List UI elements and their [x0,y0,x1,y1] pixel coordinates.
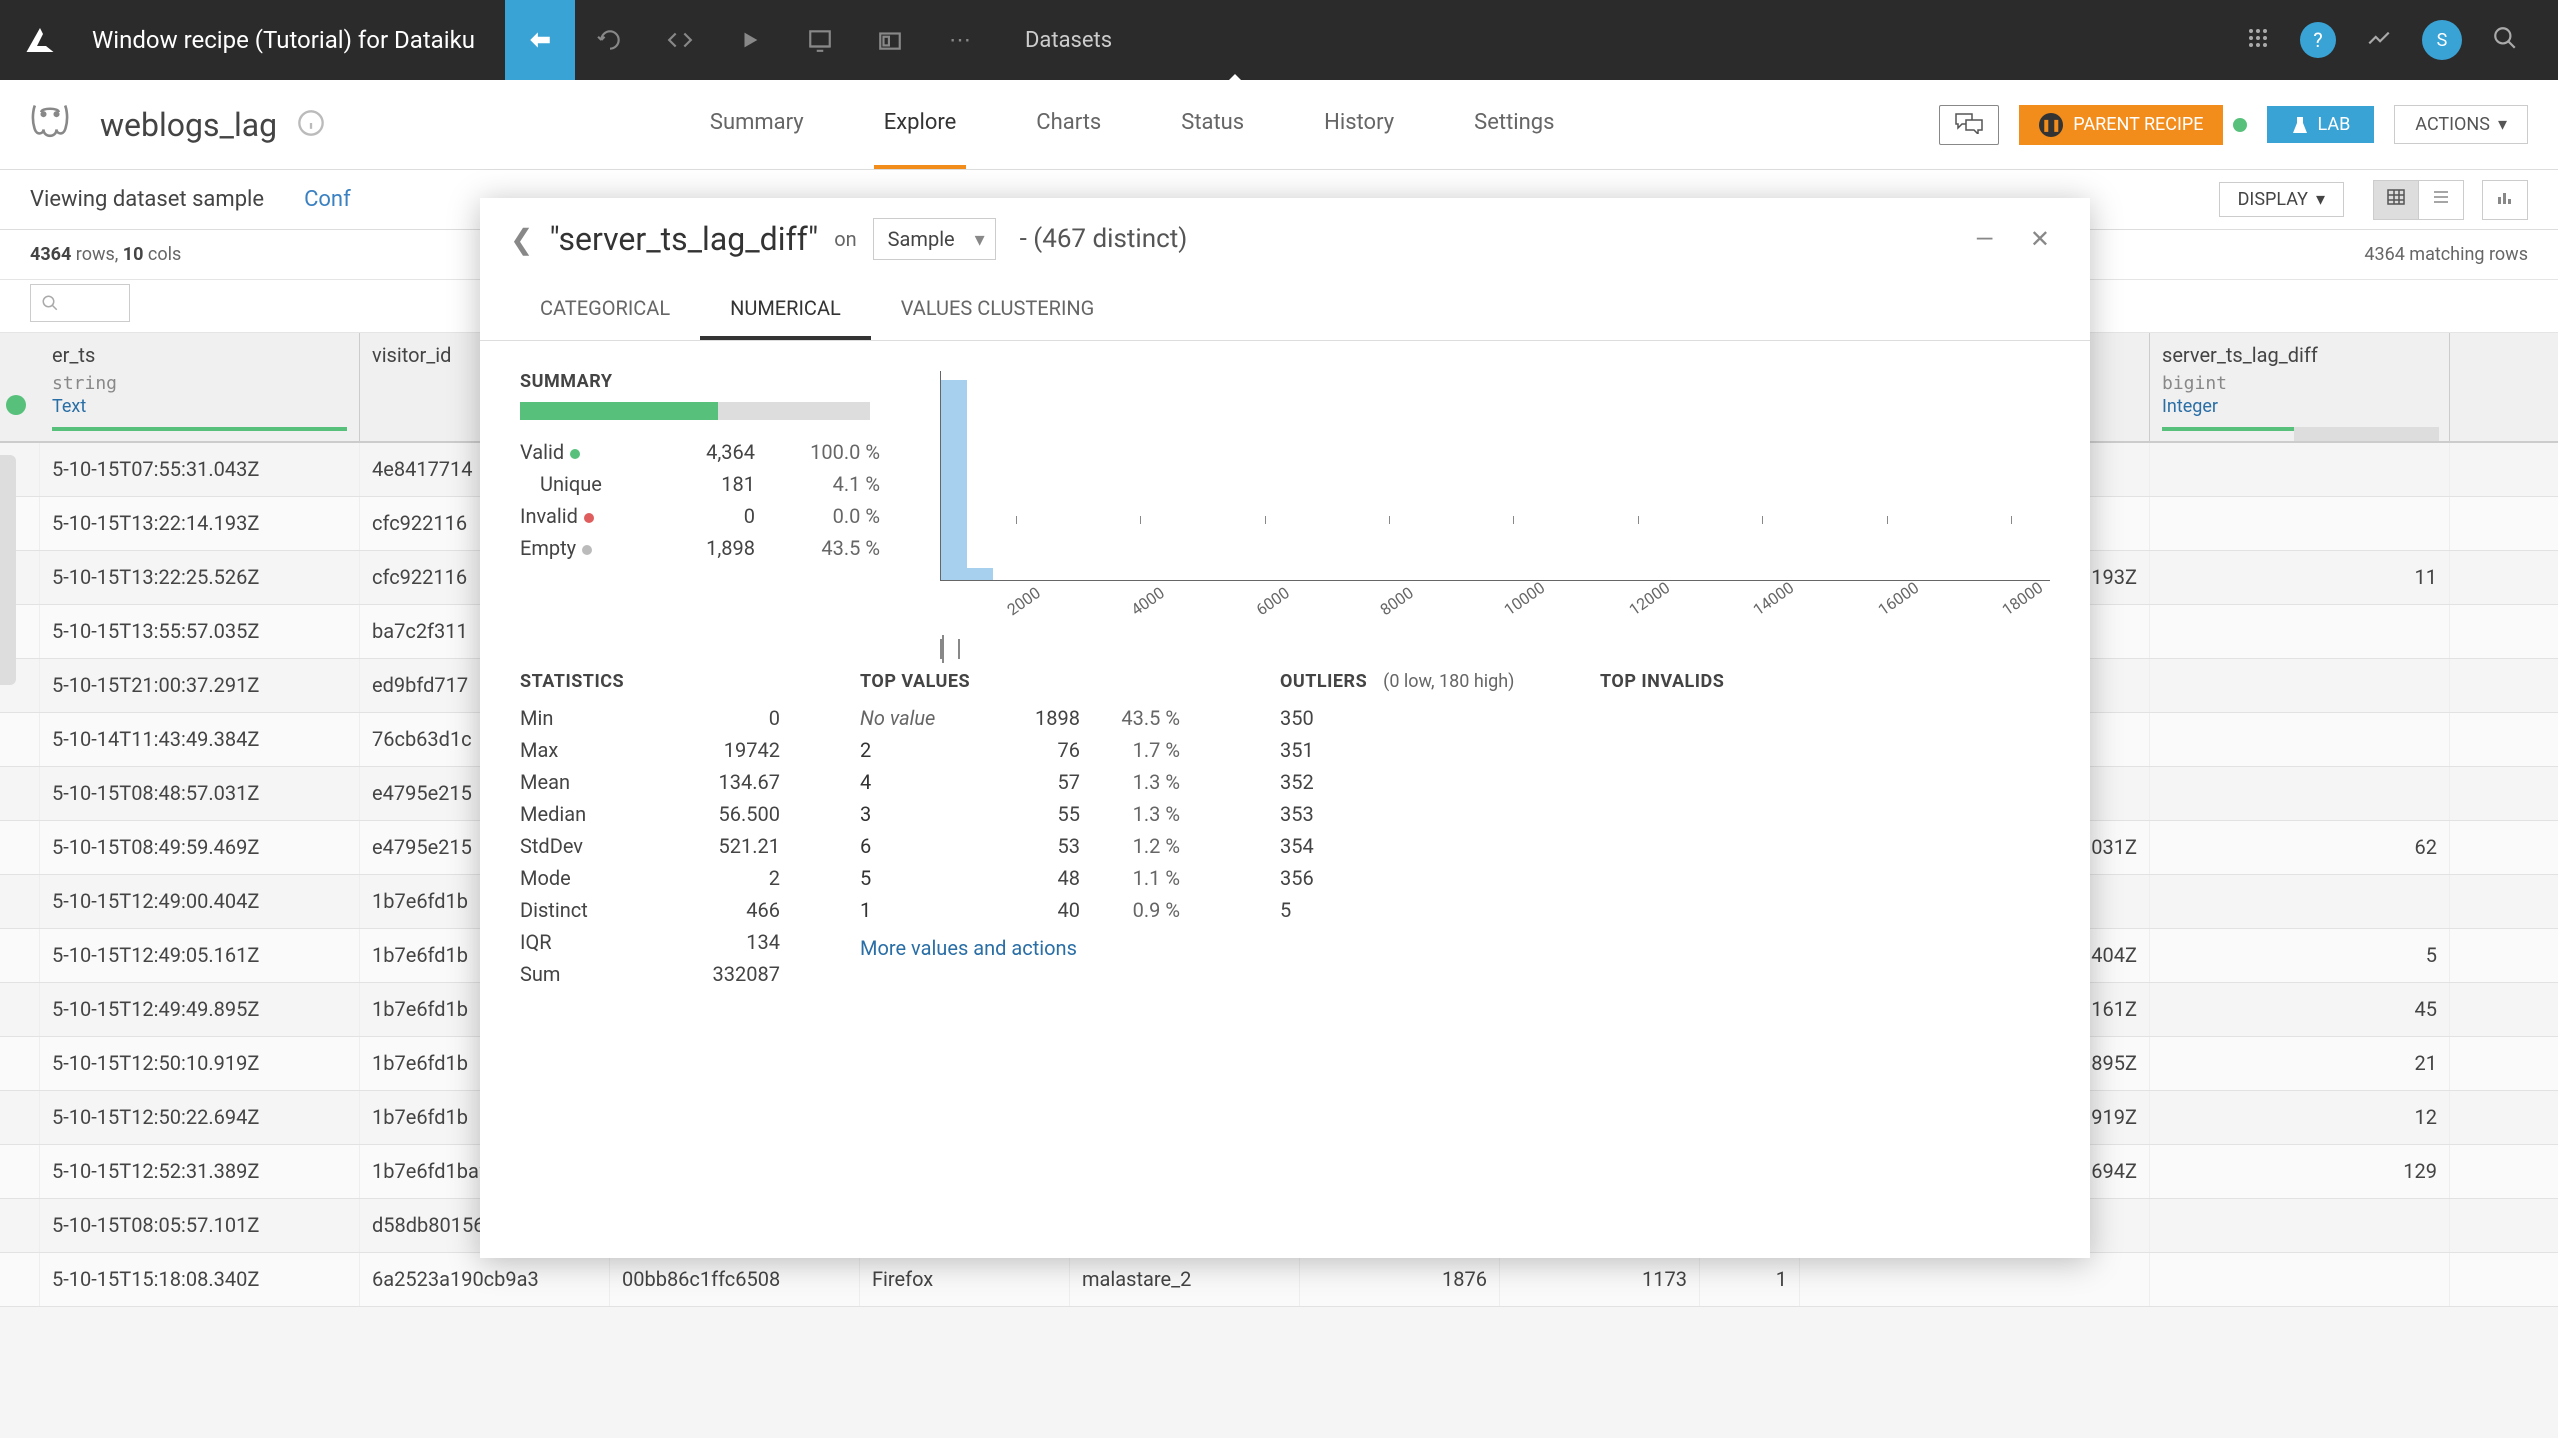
tab-summary[interactable]: Summary [700,80,814,169]
parent-recipe-button[interactable]: ❚❚ PARENT RECIPE [2019,105,2223,145]
col-type: string [52,373,347,394]
column-search-input[interactable] [30,284,130,322]
tab-history[interactable]: History [1314,80,1404,169]
minimize-button[interactable]: — [1965,225,2004,253]
actions-label: ACTIONS [2415,114,2490,135]
dataset-tabs: Summary Explore Charts Status History Se… [325,80,1939,169]
analysis-tabs: CATEGORICAL NUMERICAL VALUES CLUSTERING [480,280,2090,341]
postgres-icon [0,99,100,151]
modal-column-name: "server_ts_lag_diff" [549,220,818,258]
topvalues-title: TOP VALUES [860,671,1200,692]
chevron-down-icon: ▾ [2498,114,2507,135]
back-button[interactable]: ❮ [510,223,533,256]
chevron-down-icon: ▾ [2316,189,2325,210]
distribution-histogram[interactable]: 2000400060008000100001200014000160001800… [940,371,2050,641]
activity-icon[interactable] [2366,25,2392,55]
list-view-button[interactable] [2418,180,2464,220]
play-icon[interactable] [715,0,785,80]
configure-sample-link[interactable]: Conf [304,187,351,212]
col-type: bigint [2162,373,2437,394]
close-button[interactable]: ✕ [2020,225,2060,253]
apps-icon[interactable] [2246,26,2270,54]
outliers-title: OUTLIERS [1280,671,1367,692]
col-name: server_ts_lag_diff [2162,343,2437,367]
statistics-title: STATISTICS [520,671,780,692]
dashboard-icon[interactable] [785,0,855,80]
table-row[interactable]: 5-10-15T15:18:08.340Z 6a2523a190cb9a3 00… [0,1253,2558,1307]
topinvalids-title: TOP INVALIDS [1600,671,1860,692]
user-avatar[interactable]: S [2422,20,2462,60]
tab-values-clustering[interactable]: VALUES CLUSTERING [871,280,1125,340]
cols-count: 10 [123,244,144,265]
project-name[interactable]: Window recipe (Tutorial) for Dataiku [80,26,505,54]
search-icon[interactable] [2492,25,2518,55]
datasets-breadcrumb[interactable]: Datasets [1025,28,1112,53]
range-slider[interactable] [940,639,960,659]
column-header-server-ts[interactable]: er_ts string Text [40,333,360,441]
more-icon[interactable]: ⋯ [925,0,995,80]
outliers-subtitle: (0 low, 180 high) [1383,671,1514,692]
chart-view-button[interactable] [2482,180,2528,220]
folder-icon[interactable] [855,0,925,80]
column-analysis-modal: ❮ "server_ts_lag_diff" on Sample - (467 … [480,198,2090,1258]
help-icon[interactable]: ? [2300,22,2336,58]
topbar: Window recipe (Tutorial) for Dataiku ⋯ D… [0,0,2558,80]
col-meaning: Text [52,396,347,417]
matching-rows: 4364 matching rows [2364,244,2528,265]
flow-icon[interactable] [505,0,575,80]
sample-select[interactable]: Sample [873,218,996,260]
pause-icon: ❚❚ [2039,113,2063,137]
breadcrumb-indicator [1225,74,1245,84]
table-view-button[interactable] [2373,180,2419,220]
view-mode-buttons [2374,180,2528,220]
discussion-button[interactable] [1939,105,1999,145]
tab-categorical[interactable]: CATEGORICAL [510,280,700,340]
col-meaning: Integer [2162,396,2437,417]
tab-charts[interactable]: Charts [1026,80,1111,169]
sample-status-dot [6,395,26,415]
info-icon[interactable] [297,109,325,141]
viewing-label: Viewing dataset sample [30,187,264,212]
side-panel-handle[interactable] [0,455,16,685]
rows-count: 4364 [30,244,71,265]
summary-title: SUMMARY [520,371,880,392]
tab-status[interactable]: Status [1171,80,1254,169]
column-header-server-ts-lag-diff[interactable]: server_ts_lag_diff bigint Integer [2150,333,2450,441]
dataiku-logo[interactable] [0,0,80,80]
cols-label: cols [143,244,181,265]
dataset-header: weblogs_lag Summary Explore Charts Statu… [0,80,2558,170]
tab-settings[interactable]: Settings [1464,80,1564,169]
parent-recipe-label: PARENT RECIPE [2073,114,2203,135]
display-button[interactable]: DISPLAY ▾ [2219,182,2344,217]
dataset-name: weblogs_lag [100,106,297,144]
on-label: on [834,227,856,251]
status-dot [2233,118,2247,132]
more-values-link[interactable]: More values and actions [860,936,1200,960]
display-label: DISPLAY [2238,189,2308,210]
tab-explore[interactable]: Explore [874,80,967,169]
code-icon[interactable] [645,0,715,80]
lab-label: LAB [2317,114,2350,135]
rows-label: rows, [71,244,122,265]
validity-bar [520,402,870,420]
tab-numerical[interactable]: NUMERICAL [700,280,871,340]
lab-button[interactable]: LAB [2267,106,2374,143]
col-name: er_ts [52,343,347,367]
actions-button[interactable]: ACTIONS ▾ [2394,105,2528,144]
cycle-icon[interactable] [575,0,645,80]
distinct-label: - (467 distinct) [1020,224,1188,254]
